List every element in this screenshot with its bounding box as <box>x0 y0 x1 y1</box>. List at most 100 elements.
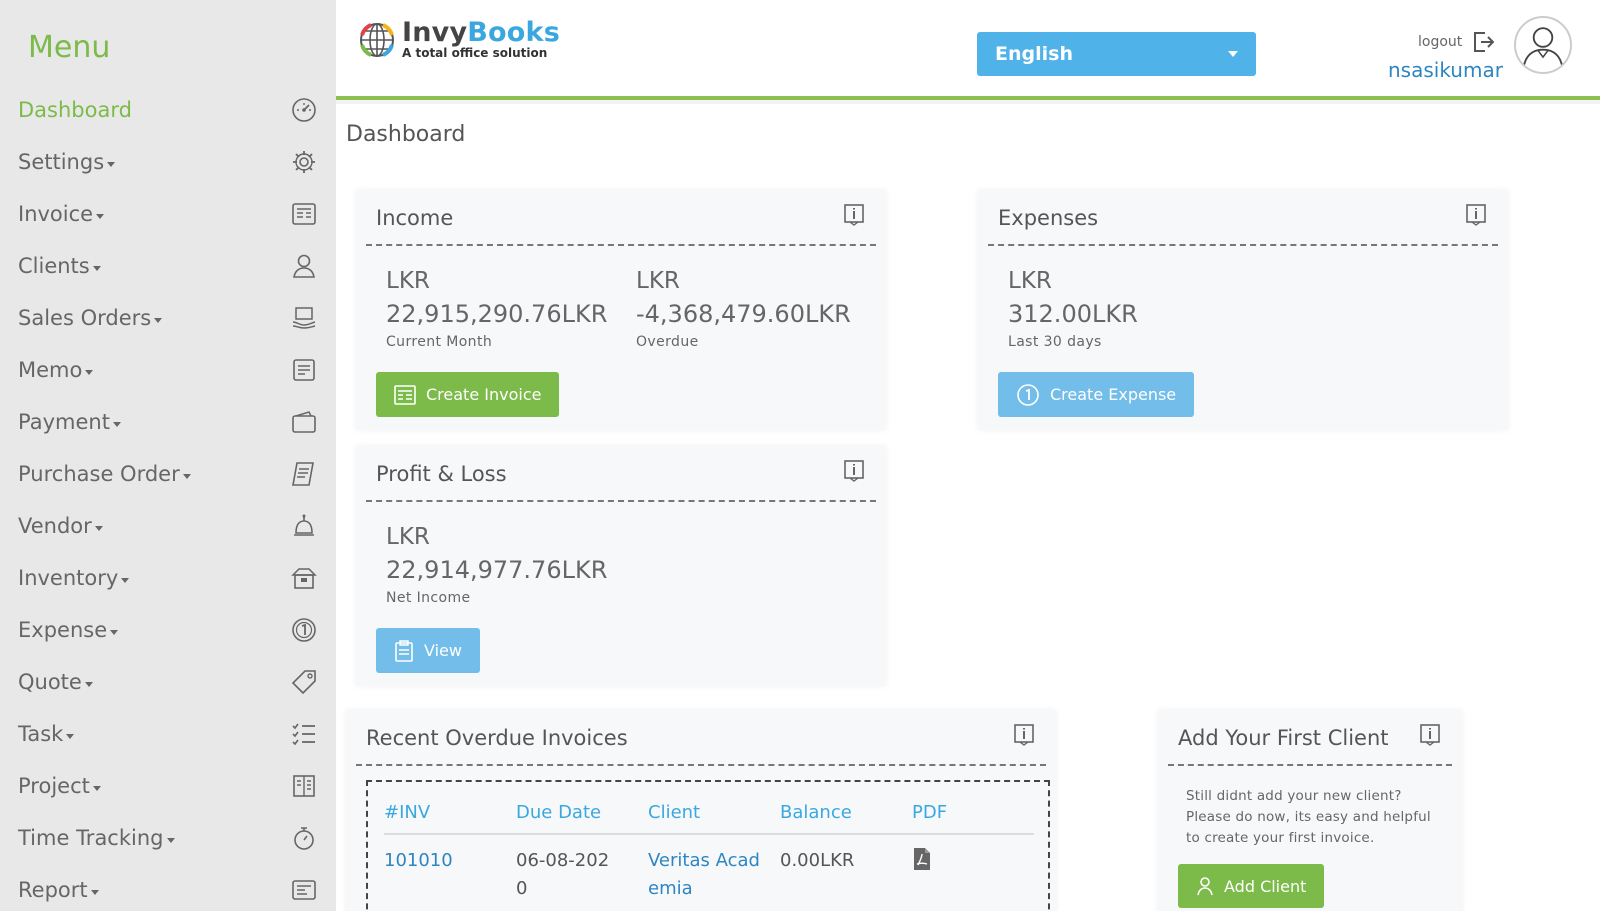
language-select[interactable]: English <box>977 32 1256 76</box>
sidebar-item-dashboard[interactable]: Dashboard <box>0 84 336 136</box>
income-overdue-label: Overdue <box>636 334 699 350</box>
sidebar-item-label: Payment <box>18 410 110 434</box>
sidebar-item-expense[interactable]: Expense <box>0 604 336 656</box>
caret-down-icon <box>112 422 121 427</box>
coin-icon <box>290 616 318 644</box>
view-label: View <box>424 641 462 660</box>
create-invoice-button[interactable]: Create Invoice <box>376 372 560 417</box>
username[interactable]: nsasikumar <box>1388 58 1503 82</box>
due-date-cell: 06-08-202 0 <box>516 850 610 899</box>
sidebar: Menu Dashboard Settings Invoice Clients … <box>0 0 336 911</box>
pdf-cell <box>912 834 1034 903</box>
pdf-file-icon[interactable] <box>912 847 932 871</box>
gear-icon <box>290 148 318 176</box>
info-icon[interactable] <box>844 204 864 226</box>
table-row: 101010 06-08-202 0 Veritas Acad emia 0.00L… <box>384 834 1034 903</box>
sidebar-item-task[interactable]: Task <box>0 708 336 760</box>
sidebar-item-label: Project <box>18 774 90 798</box>
expenses-label: Last 30 days <box>1008 334 1102 350</box>
coin-icon <box>1017 383 1039 406</box>
income-current-month: LKR 22,915,290.76LKR Current Month <box>386 268 607 350</box>
sidebar-item-label: Clients <box>18 254 90 278</box>
income-card-header: Income <box>366 190 876 246</box>
caret-down-icon <box>85 370 94 375</box>
caret-down-icon <box>182 474 191 479</box>
globe-logo-icon <box>360 23 394 57</box>
add-first-client-header: Add Your First Client <box>1168 710 1452 766</box>
currency-code: LKR <box>1008 268 1052 294</box>
inventory-box-icon <box>290 564 318 592</box>
column-header-client[interactable]: Client <box>648 794 780 835</box>
sidebar-item-label: Invoice <box>18 202 94 226</box>
info-icon[interactable] <box>1466 204 1486 226</box>
recent-overdue-invoices-card: Recent Overdue Invoices #INV Due Date Cl… <box>346 710 1056 911</box>
sidebar-item-report[interactable]: Report <box>0 864 336 911</box>
caret-down-icon <box>66 734 75 739</box>
view-button[interactable]: View <box>376 628 480 673</box>
logout-icon <box>1474 32 1495 52</box>
column-header-due-date[interactable]: Due Date <box>516 794 648 835</box>
checklist-icon <box>290 720 318 748</box>
info-icon[interactable] <box>844 460 864 482</box>
sidebar-item-memo[interactable]: Memo <box>0 344 336 396</box>
info-icon[interactable] <box>1420 724 1440 746</box>
caret-down-icon <box>90 890 99 895</box>
logout-label: logout <box>1418 34 1463 50</box>
overdue-invoices-table-box: #INV Due Date Client Balance PDF 101010 … <box>366 780 1050 911</box>
sidebar-item-project[interactable]: Project <box>0 760 336 812</box>
invoice-number-link[interactable]: 101010 <box>384 834 516 903</box>
sidebar-item-label: Dashboard <box>18 98 132 122</box>
page-title: Dashboard <box>346 122 466 147</box>
balance-cell: 0.00LKR <box>780 850 855 871</box>
report-icon <box>290 876 318 904</box>
create-expense-button[interactable]: Create Expense <box>998 372 1195 417</box>
sidebar-item-label: Memo <box>18 358 83 382</box>
sidebar-item-time-tracking[interactable]: Time Tracking <box>0 812 336 864</box>
create-expense-label: Create Expense <box>1050 385 1177 404</box>
logout-link[interactable]: logout <box>1418 30 1495 54</box>
sidebar-item-label: Expense <box>18 618 108 642</box>
add-client-button[interactable]: Add Client <box>1178 864 1325 908</box>
sidebar-item-clients[interactable]: Clients <box>0 240 336 292</box>
brand-logo[interactable]: InvyBooks A total office solution <box>358 19 560 60</box>
memo-icon <box>290 356 318 384</box>
user-icon <box>290 252 318 280</box>
table-header-row: #INV Due Date Client Balance PDF <box>384 794 1034 835</box>
user-icon <box>1197 877 1213 896</box>
caret-down-icon <box>110 630 119 635</box>
main-content: Dashboard Income LKR 22,915,290.76LKR Cu… <box>336 104 1600 911</box>
caret-down-icon <box>94 526 103 531</box>
column-header-pdf[interactable]: PDF <box>912 794 1034 835</box>
sidebar-item-sales-orders[interactable]: Sales Orders <box>0 292 336 344</box>
profit-loss-card: Profit & Loss LKR 22,914,977.76LKR Net I… <box>356 446 886 686</box>
overdue-invoices-header: Recent Overdue Invoices <box>356 710 1046 766</box>
add-first-client-title: Add Your First Client <box>1178 726 1389 750</box>
net-income-label: Net Income <box>386 590 471 606</box>
info-icon[interactable] <box>1014 724 1034 746</box>
net-income-value: 22,914,977.76LKR <box>386 556 608 584</box>
avatar[interactable] <box>1514 16 1572 74</box>
column-header-inv[interactable]: #INV <box>384 794 516 835</box>
client-link[interactable]: Veritas Acad emia <box>648 834 780 903</box>
net-income: LKR 22,914,977.76LKR Net Income <box>386 524 607 606</box>
sidebar-item-label: Task <box>18 722 64 746</box>
currency-code: LKR <box>636 268 680 294</box>
sidebar-item-purchase-order[interactable]: Purchase Order <box>0 448 336 500</box>
sidebar-item-invoice[interactable]: Invoice <box>0 188 336 240</box>
invoice-icon <box>394 384 416 405</box>
column-header-balance[interactable]: Balance <box>780 794 912 835</box>
sidebar-item-settings[interactable]: Settings <box>0 136 336 188</box>
sidebar-item-inventory[interactable]: Inventory <box>0 552 336 604</box>
sidebar-item-label: Sales Orders <box>18 306 152 330</box>
caret-down-icon <box>92 266 101 271</box>
sidebar-item-payment[interactable]: Payment <box>0 396 336 448</box>
vendor-icon <box>290 512 318 540</box>
language-selected-value: English <box>995 43 1073 65</box>
add-first-client-text: Still didnt add your new client? Please … <box>1186 788 1431 846</box>
sales-order-icon <box>290 304 318 332</box>
menu-title: Menu <box>28 30 111 65</box>
sidebar-item-vendor[interactable]: Vendor <box>0 500 336 552</box>
currency-code: LKR <box>386 268 430 294</box>
income-card: Income LKR 22,915,290.76LKR Current Mont… <box>356 190 886 430</box>
sidebar-item-quote[interactable]: Quote <box>0 656 336 708</box>
